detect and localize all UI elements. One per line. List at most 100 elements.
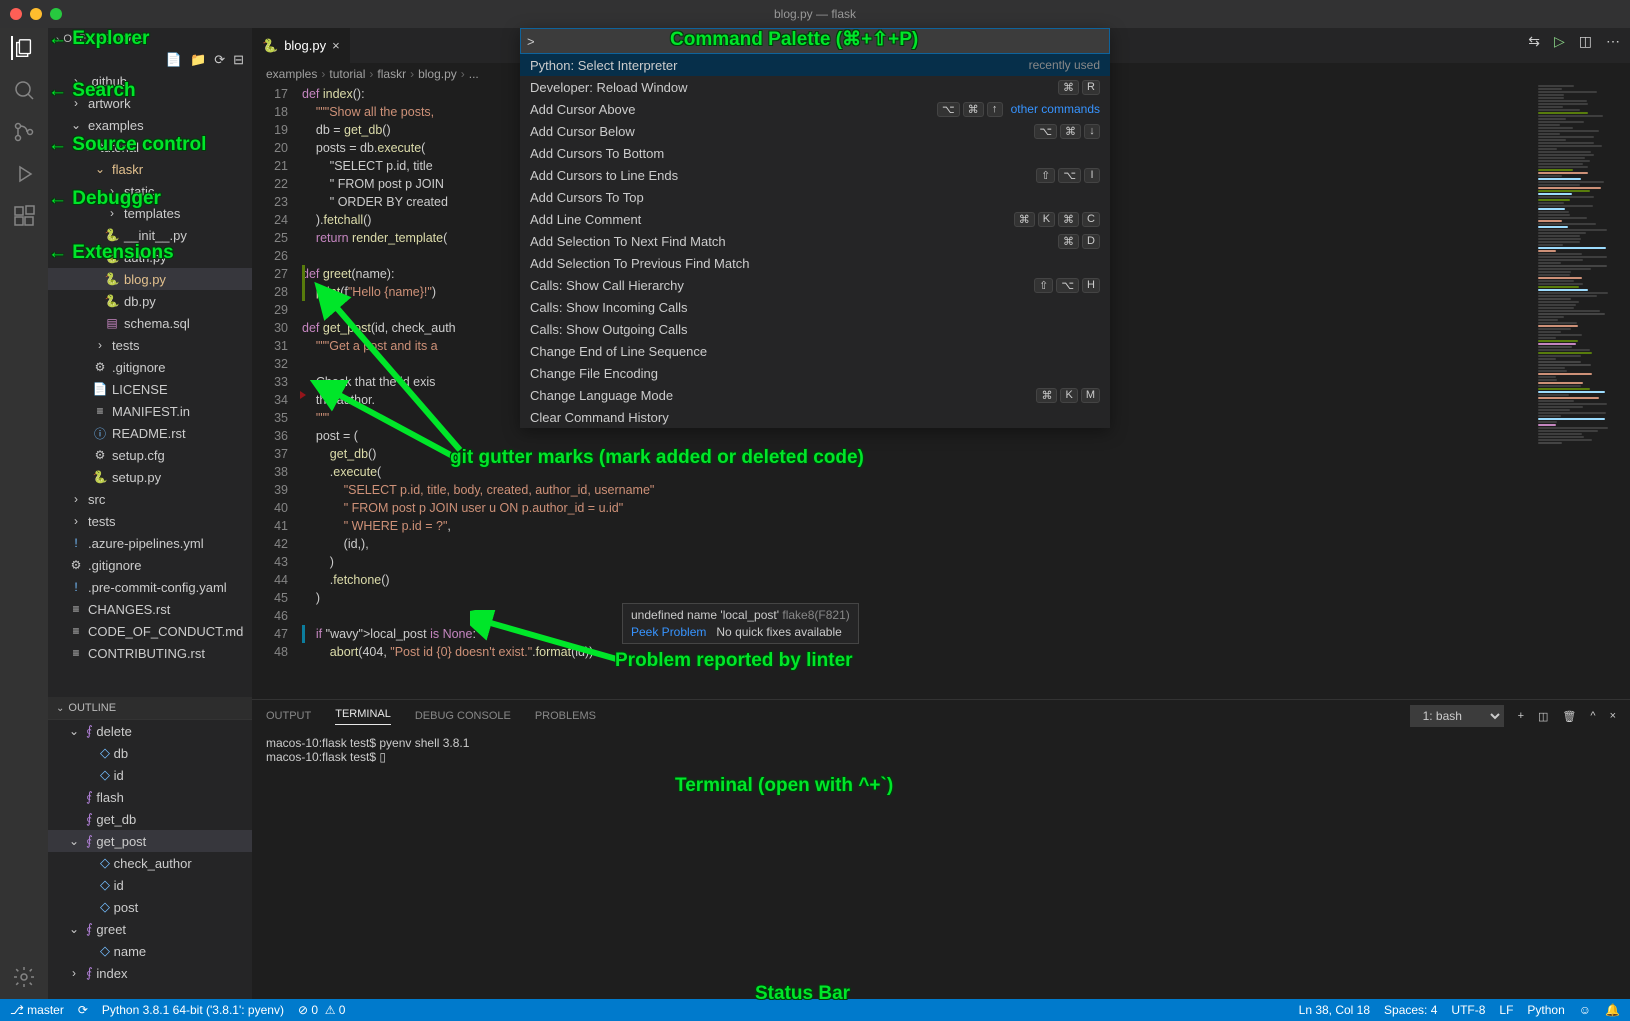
terminal-select[interactable]: 1: bash — [1410, 705, 1504, 727]
panel-tab[interactable]: TERMINAL — [335, 708, 391, 725]
panel-tab[interactable]: OUTPUT — [266, 710, 311, 722]
palette-item[interactable]: Calls: Show Call Hierarchy⇧⌥H — [520, 274, 1110, 296]
panel-tab[interactable]: DEBUG CONSOLE — [415, 710, 511, 722]
tree-item[interactable]: ≡MANIFEST.in — [48, 400, 252, 422]
close-window[interactable] — [10, 8, 22, 20]
palette-item[interactable]: Calls: Show Incoming Calls — [520, 296, 1110, 318]
tree-item[interactable]: ›templates — [48, 202, 252, 224]
palette-item[interactable]: Developer: Reload Window⌘R — [520, 76, 1110, 98]
outline-item[interactable]: ⨐ get_db — [48, 808, 252, 830]
outline-item[interactable]: ◇ id — [48, 874, 252, 896]
palette-item[interactable]: Add Cursors To Top — [520, 186, 1110, 208]
palette-item[interactable]: Clear Command History — [520, 406, 1110, 428]
tree-item[interactable]: ≡CHANGES.rst — [48, 598, 252, 620]
interpreter-status[interactable]: Python 3.8.1 64-bit ('3.8.1': pyenv) — [102, 1003, 284, 1017]
maximize-panel-icon[interactable]: ^ — [1590, 710, 1595, 722]
breadcrumb-item[interactable]: blog.py — [418, 67, 457, 81]
tree-item[interactable]: ⚙setup.cfg — [48, 444, 252, 466]
palette-item[interactable]: Change End of Line Sequence — [520, 340, 1110, 362]
split-editor-icon[interactable]: ◫ — [1579, 33, 1592, 50]
palette-item[interactable]: Calls: Show Outgoing Calls — [520, 318, 1110, 340]
palette-item[interactable]: Add Selection To Next Find Match⌘D — [520, 230, 1110, 252]
outline-item[interactable]: ◇ check_author — [48, 852, 252, 874]
outline-item[interactable]: ⌄⨐ greet — [48, 918, 252, 940]
encoding-status[interactable]: UTF-8 — [1451, 1003, 1485, 1017]
tree-item[interactable]: 🐍setup.py — [48, 466, 252, 488]
run-icon[interactable]: ▷ — [1554, 33, 1565, 50]
outline-item[interactable]: ⌄⨐ get_post — [48, 830, 252, 852]
tab-blog-py[interactable]: 🐍 blog.py × — [252, 28, 350, 63]
palette-item[interactable]: Add Cursor Below⌥⌘↓ — [520, 120, 1110, 142]
branch-status[interactable]: ⎇ master — [10, 1003, 64, 1017]
notifications-icon[interactable]: 🔔 — [1605, 1003, 1620, 1017]
outline-item[interactable]: ⨐ flash — [48, 786, 252, 808]
outline-item[interactable]: ◇ id — [48, 764, 252, 786]
tree-item[interactable]: ›tests — [48, 510, 252, 532]
feedback-icon[interactable]: ☺ — [1579, 1003, 1591, 1017]
tree-item[interactable]: 📄LICENSE — [48, 378, 252, 400]
outline-header[interactable]: ⌄OUTLINE — [48, 697, 252, 719]
tree-item[interactable]: 🐍blog.py — [48, 268, 252, 290]
refresh-icon[interactable]: ⟳ — [214, 52, 225, 68]
palette-item[interactable]: Add Cursors to Line Ends⇧⌥I — [520, 164, 1110, 186]
tree-item[interactable]: 🐍auth.py — [48, 246, 252, 268]
outline-item[interactable]: ◇ db — [48, 742, 252, 764]
close-tab-icon[interactable]: × — [332, 38, 340, 53]
more-actions-icon[interactable]: ⋯ — [1606, 33, 1620, 50]
minimize-window[interactable] — [30, 8, 42, 20]
tree-item[interactable]: ›.github — [48, 70, 252, 92]
palette-item[interactable]: Add Line Comment⌘K⌘C — [520, 208, 1110, 230]
breadcrumb-item[interactable]: ... — [469, 67, 479, 81]
tree-item[interactable]: ›src — [48, 488, 252, 510]
palette-item[interactable]: Add Selection To Previous Find Match — [520, 252, 1110, 274]
tree-item[interactable]: 🐍db.py — [48, 290, 252, 312]
tree-item[interactable]: ≡CONTRIBUTING.rst — [48, 642, 252, 664]
tree-item[interactable]: ›static — [48, 180, 252, 202]
breadcrumb-item[interactable]: tutorial — [329, 67, 365, 81]
terminal[interactable]: macos-10:flask test$ pyenv shell 3.8.1ma… — [252, 732, 1630, 999]
explorer-icon[interactable] — [11, 36, 35, 60]
tree-item[interactable]: ⓘREADME.rst — [48, 422, 252, 444]
outline-item[interactable]: ◇ name — [48, 940, 252, 962]
minimap[interactable] — [1534, 85, 1630, 699]
tree-item[interactable]: ⚙.gitignore — [48, 356, 252, 378]
tree-item[interactable]: ›tests — [48, 334, 252, 356]
source-control-icon[interactable] — [12, 120, 36, 144]
compare-changes-icon[interactable]: ⇆ — [1528, 33, 1540, 50]
language-status[interactable]: Python — [1527, 1003, 1564, 1017]
kill-terminal-icon[interactable]: 🗑 — [1562, 710, 1576, 723]
new-file-icon[interactable]: 📄 — [166, 52, 182, 68]
peek-problem-link[interactable]: Peek Problem — [631, 625, 706, 639]
breadcrumb-item[interactable]: flaskr — [377, 67, 406, 81]
tree-item[interactable]: ≡CODE_OF_CONDUCT.md — [48, 620, 252, 642]
indentation-status[interactable]: Spaces: 4 — [1384, 1003, 1437, 1017]
palette-item[interactable]: Python: Select Interpreterrecently used — [520, 54, 1110, 76]
outline-item[interactable]: ⌄⨐ delete — [48, 720, 252, 742]
new-terminal-icon[interactable]: + — [1518, 710, 1524, 722]
maximize-window[interactable] — [50, 8, 62, 20]
palette-item[interactable]: Add Cursor Above⌥⌘↑other commands — [520, 98, 1110, 120]
tree-item[interactable]: ▤schema.sql — [48, 312, 252, 334]
debug-icon[interactable] — [12, 162, 36, 186]
close-panel-icon[interactable]: × — [1610, 710, 1616, 722]
problems-status[interactable]: ⊘ 0 ⚠ 0 — [298, 1003, 346, 1017]
tree-item[interactable]: !.pre-commit-config.yaml — [48, 576, 252, 598]
palette-item[interactable]: Change Language Mode⌘KM — [520, 384, 1110, 406]
breadcrumb-item[interactable]: examples — [266, 67, 317, 81]
explorer-root-header[interactable]: 📄 📁 ⟳ ⊟ — [48, 50, 252, 70]
settings-icon[interactable] — [12, 965, 36, 989]
tree-item[interactable]: ⌄examples — [48, 114, 252, 136]
search-icon[interactable] — [12, 78, 36, 102]
outline-item[interactable]: ›⨐ index — [48, 962, 252, 984]
panel-tab[interactable]: PROBLEMS — [535, 710, 596, 722]
palette-item[interactable]: Add Cursors To Bottom — [520, 142, 1110, 164]
eol-status[interactable]: LF — [1499, 1003, 1513, 1017]
command-palette-input[interactable] — [520, 28, 1110, 54]
tree-item[interactable]: ›artwork — [48, 92, 252, 114]
extensions-icon[interactable] — [12, 204, 36, 228]
cursor-position[interactable]: Ln 38, Col 18 — [1299, 1003, 1370, 1017]
tree-item[interactable]: ⌄flaskr — [48, 158, 252, 180]
open-editors-header[interactable]: ›OPEN EDITORS — [48, 28, 252, 50]
palette-item[interactable]: Change File Encoding — [520, 362, 1110, 384]
tree-item[interactable]: 🐍__init__.py — [48, 224, 252, 246]
